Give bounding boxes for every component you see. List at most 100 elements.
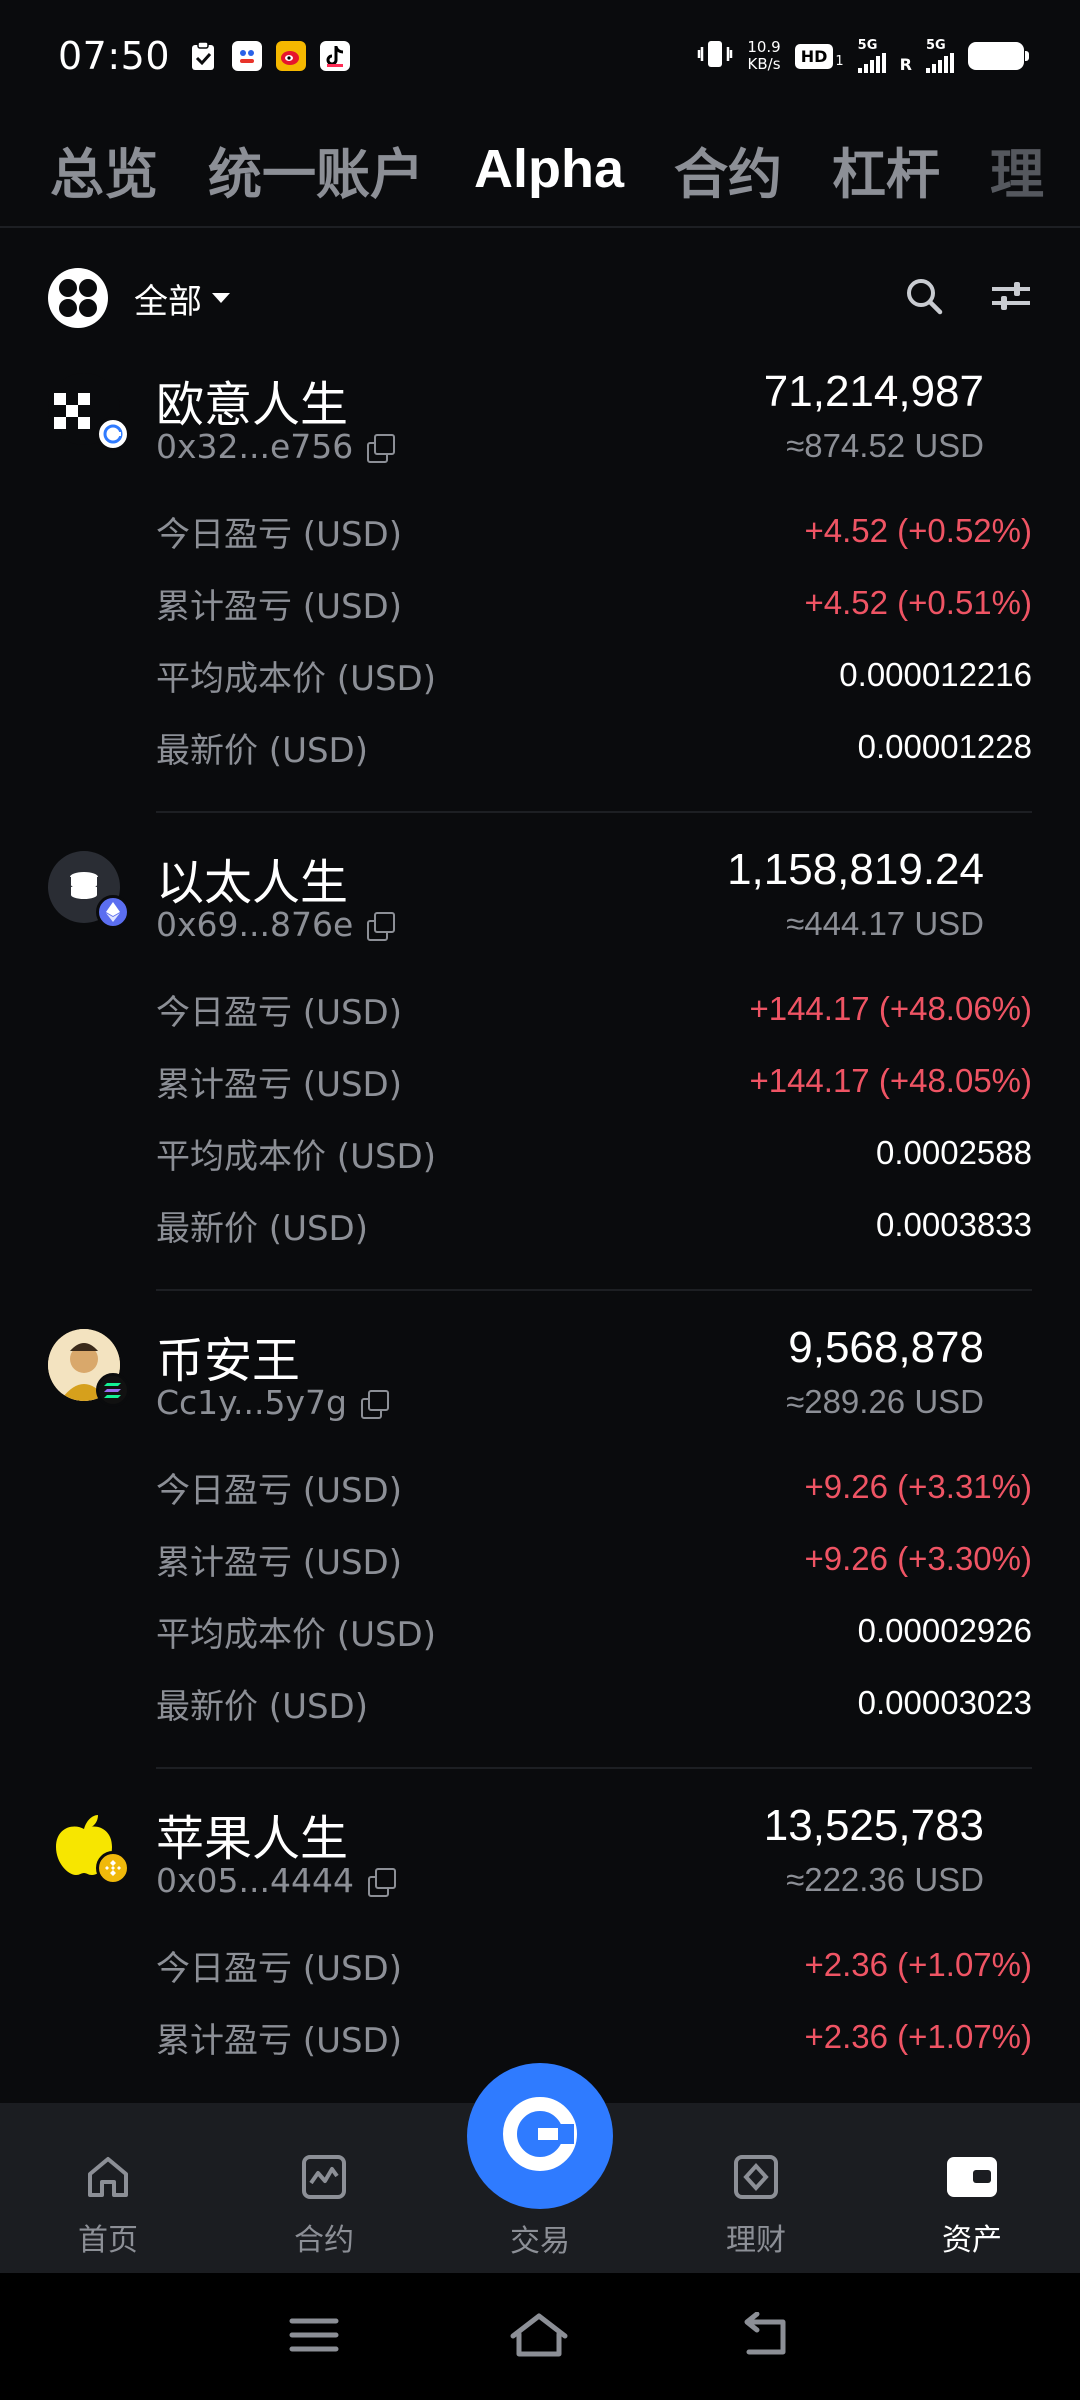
nav-home[interactable]: 首页 xyxy=(0,2103,216,2273)
bnb-chain-badge-icon xyxy=(96,1851,130,1885)
roaming-indicator: R xyxy=(899,54,912,74)
token-name: 欧意人生 xyxy=(156,377,349,433)
asset-card[interactable]: 以太人生 0x69...876e 1,158,819.24 ≈444.17 US… xyxy=(0,823,1080,1291)
tab-unified-account[interactable]: 统一账户 xyxy=(208,130,424,209)
token-usd-value: ≈444.17 USD xyxy=(786,905,984,942)
hd-sub: 1 xyxy=(835,53,844,69)
nav-assets-label: 资产 xyxy=(942,2223,1002,2258)
okx-chain-badge-icon xyxy=(96,417,130,451)
token-address: 0x69...876e xyxy=(156,905,396,944)
stat-value: +2.36 (+1.07%) xyxy=(804,1946,1033,1983)
token-address-text: 0x05...4444 xyxy=(156,1861,354,1900)
ethereum-badge-icon xyxy=(96,895,130,929)
signal-bars-icon xyxy=(926,53,954,73)
nav-futures[interactable]: 合约 xyxy=(216,2103,432,2273)
stat-row-today-pnl: 今日盈亏 (USD) +144.17 (+48.06%) xyxy=(156,973,1032,1045)
tab-futures[interactable]: 合约 xyxy=(674,130,782,209)
stat-row-avg-cost: 平均成本价 (USD) 0.00002926 xyxy=(156,1595,1032,1667)
back-icon[interactable] xyxy=(739,2311,791,2362)
asset-card[interactable]: 币安王 Cc1y...5y7g 9,568,878 ≈289.26 USD 今日… xyxy=(0,1301,1080,1769)
signal-sim2: 5G xyxy=(926,39,954,73)
search-icon[interactable] xyxy=(904,276,944,320)
token-name: 苹果人生 xyxy=(156,1811,349,1867)
tab-earn-partial[interactable]: 理 xyxy=(990,130,1044,209)
asset-header[interactable]: 苹果人生 0x05...4444 13,525,783 ≈222.36 USD xyxy=(0,1779,1032,1929)
asset-header[interactable]: 以太人生 0x69...876e 1,158,819.24 ≈444.17 US… xyxy=(0,823,1032,973)
stat-label: 平均成本价 (USD) xyxy=(156,658,436,699)
stat-row-last-price: 最新价 (USD) 0.0003833 xyxy=(156,1189,1032,1261)
nav-earn[interactable]: 理财 xyxy=(648,2103,864,2273)
token-amount: 13,525,783 xyxy=(763,1801,984,1850)
stat-row-today-pnl: 今日盈亏 (USD) +4.52 (+0.52%) xyxy=(156,495,1032,567)
vibrate-icon xyxy=(697,39,733,74)
stat-value: 0.000012216 xyxy=(839,656,1032,693)
status-bar: 07:50 10.9 KB/s HD 1 5G R 5G xyxy=(0,0,1080,112)
token-address-text: 0x69...876e xyxy=(156,905,354,944)
asset-card[interactable]: 苹果人生 0x05...4444 13,525,783 ≈222.36 USD … xyxy=(0,1779,1080,2073)
status-time: 07:50 xyxy=(58,34,171,78)
stat-value: +2.36 (+1.07%) xyxy=(804,2018,1033,2055)
stat-row-today-pnl: 今日盈亏 (USD) +2.36 (+1.07%) xyxy=(156,1929,1032,2001)
earn-icon xyxy=(728,2149,784,2205)
token-amount: 9,568,878 xyxy=(788,1323,984,1372)
stat-label: 累计盈亏 (USD) xyxy=(156,586,402,627)
stat-value: 0.00001228 xyxy=(857,728,1032,765)
token-address: Cc1y...5y7g xyxy=(156,1383,389,1422)
home-icon xyxy=(80,2149,136,2205)
tab-overview[interactable]: 总览 xyxy=(50,130,158,209)
asset-header[interactable]: 币安王 Cc1y...5y7g 9,568,878 ≈289.26 USD xyxy=(0,1301,1032,1451)
token-usd-value: ≈874.52 USD xyxy=(786,427,984,464)
menu-icon[interactable] xyxy=(289,2315,339,2359)
stat-row-last-price: 最新价 (USD) 0.00003023 xyxy=(156,1667,1032,1739)
token-usd-value: ≈289.26 USD xyxy=(786,1383,984,1420)
stat-value: +9.26 (+3.31%) xyxy=(804,1468,1033,1505)
stat-label: 今日盈亏 (USD) xyxy=(156,1948,402,1989)
asset-list[interactable]: 欧意人生 0x32...e756 71,214,987 ≈874.52 USD … xyxy=(0,345,1080,2103)
chart-icon xyxy=(296,2149,352,2205)
system-navigation-bar xyxy=(0,2273,1080,2400)
token-name: 以太人生 xyxy=(156,855,349,911)
system-status: 10.9 KB/s HD 1 5G R 5G xyxy=(697,39,1029,74)
stat-label: 今日盈亏 (USD) xyxy=(156,514,402,555)
asset-stats: 今日盈亏 (USD) +144.17 (+48.06%) 累计盈亏 (USD) +1… xyxy=(156,973,1032,1261)
tiktok-icon xyxy=(320,41,351,71)
stat-value: 0.00002926 xyxy=(857,1612,1032,1649)
token-address-text: 0x32...e756 xyxy=(156,427,354,466)
copy-icon[interactable] xyxy=(367,433,396,463)
stat-value: 0.0002588 xyxy=(876,1134,1032,1171)
hd-label: HD xyxy=(794,43,834,69)
all-chains-icon[interactable] xyxy=(48,268,108,328)
asset-stats: 今日盈亏 (USD) +2.36 (+1.07%) 累计盈亏 (USD) +2.36… xyxy=(156,1929,1032,2073)
top-tab-bar: 总览 统一账户 Alpha 合约 杠杆 理 xyxy=(0,112,1080,228)
nav-earn-label: 理财 xyxy=(726,2223,786,2258)
nav-home-label: 首页 xyxy=(78,2223,138,2258)
copy-icon[interactable] xyxy=(367,1867,396,1897)
stat-label: 今日盈亏 (USD) xyxy=(156,1470,402,1511)
token-name: 币安王 xyxy=(156,1333,301,1389)
asset-card[interactable]: 欧意人生 0x32...e756 71,214,987 ≈874.52 USD … xyxy=(0,345,1080,813)
filter-settings-icon[interactable] xyxy=(990,279,1032,317)
nav-assets[interactable]: 资产 xyxy=(864,2103,1080,2273)
network-speed: 10.9 KB/s xyxy=(747,39,780,73)
notification-icons xyxy=(188,41,351,71)
battery-icon xyxy=(968,42,1029,70)
filter-row: 全部 xyxy=(0,262,1080,334)
stat-value: +144.17 (+48.05%) xyxy=(749,1062,1032,1099)
home-system-icon[interactable] xyxy=(509,2312,569,2362)
chain-filter-dropdown[interactable]: 全部 xyxy=(134,274,202,323)
divider xyxy=(156,811,1032,813)
tab-alpha[interactable]: Alpha xyxy=(474,138,624,200)
sim2-label: 5G xyxy=(926,38,946,53)
chevron-down-icon[interactable] xyxy=(212,293,230,303)
trade-button[interactable] xyxy=(467,2063,613,2209)
asset-header[interactable]: 欧意人生 0x32...e756 71,214,987 ≈874.52 USD xyxy=(0,345,1032,495)
copy-icon[interactable] xyxy=(367,911,396,941)
stat-label: 平均成本价 (USD) xyxy=(156,1614,436,1655)
copy-icon[interactable] xyxy=(360,1389,389,1419)
tab-margin[interactable]: 杠杆 xyxy=(832,130,940,209)
stat-value: 0.0003833 xyxy=(876,1206,1032,1243)
token-amount: 71,214,987 xyxy=(763,367,984,416)
stat-label: 平均成本价 (USD) xyxy=(156,1136,436,1177)
stat-label: 累计盈亏 (USD) xyxy=(156,1064,402,1105)
divider xyxy=(156,1289,1032,1291)
